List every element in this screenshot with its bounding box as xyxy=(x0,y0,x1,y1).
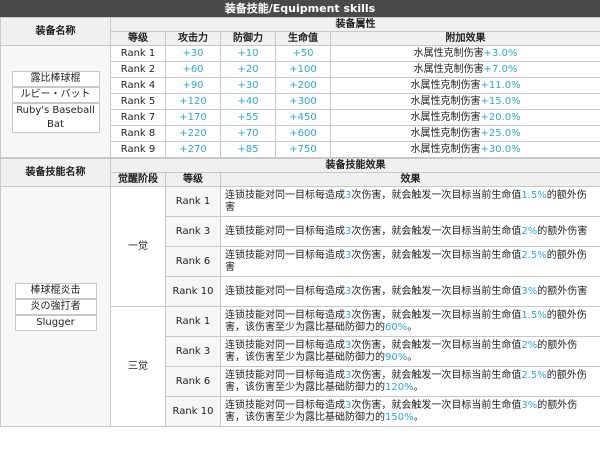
table-row-defense: +30 xyxy=(220,77,276,94)
table-row-defense: +70 xyxy=(220,125,276,142)
effect-text: 水属性克制伤害 xyxy=(410,127,481,139)
effect-value: +30.0% xyxy=(480,143,521,155)
table-row-hp: +200 xyxy=(275,77,331,94)
equipment-name-jp: ルビー・バット xyxy=(11,86,100,103)
effect-value: +11.0% xyxy=(480,79,521,91)
skill-rank: Rank 10 xyxy=(165,276,221,307)
skill-rank: Rank 3 xyxy=(165,336,221,367)
equipment-attributes-table: 装备名称 装备属性 等级 攻击力 防御力 生命值 附加效果 露比棒球棍 ルビー・… xyxy=(0,17,600,158)
table-row-effect: 水属性克制伤害+30.0% xyxy=(329,141,600,158)
skill-rank: Rank 1 xyxy=(165,306,221,337)
skill-name-jp: 炎の強打者 xyxy=(14,298,97,315)
awaken-stage-3: 三觉 xyxy=(110,306,166,427)
table-row-effect: 水属性克制伤害+25.0% xyxy=(329,125,600,142)
col-header-awaken-stage: 觉醒阶段 xyxy=(110,172,166,187)
effect-text: 水属性克制伤害 xyxy=(413,47,484,59)
skill-effect: 连锁技能对同一目标每造成3次伤害，就会触发一次目标当前生命值1.5%的额外伤害 xyxy=(219,186,600,217)
table-row-rank: Rank 9 xyxy=(110,141,166,158)
table-row-hp: +450 xyxy=(275,109,331,126)
effect-value: +7.0% xyxy=(483,63,518,75)
equipment-name-header: 装备名称 xyxy=(0,17,111,46)
effect-text: 水属性克制伤害 xyxy=(410,143,481,155)
effect-value: +15.0% xyxy=(480,95,521,107)
table-row-rank: Rank 2 xyxy=(110,61,166,78)
skill-effect: 连锁技能对同一目标每造成3次伤害，就会触发一次目标当前生命值2.5%的额外伤害 xyxy=(219,246,600,277)
skill-effect: 连锁技能对同一目标每造成3次伤害，就会触发一次目标当前生命值2.5%的额外伤害，… xyxy=(219,366,600,397)
table-row-rank: Rank 8 xyxy=(110,125,166,142)
effect-value: +25.0% xyxy=(480,127,521,139)
page-title: 装备技能/Equipment skills xyxy=(0,0,600,17)
skill-rank: Rank 1 xyxy=(165,186,221,217)
table-row-effect: 水属性克制伤害+15.0% xyxy=(329,93,600,110)
effect-text: 水属性克制伤害 xyxy=(410,95,481,107)
skill-name-cn: 棒球棍炎击 xyxy=(14,282,97,299)
col-header-skill-effect: 效果 xyxy=(219,172,600,187)
equipment-name-cn: 露比棒球棍 xyxy=(11,70,100,87)
table-row-attack: +30 xyxy=(165,45,221,62)
effect-text: 水属性克制伤害 xyxy=(413,63,484,75)
table-row-hp: +100 xyxy=(275,61,331,78)
table-row-rank: Rank 5 xyxy=(110,93,166,110)
equipment-name-cell: 露比棒球棍 ルビー・バット Ruby's Baseball Bat xyxy=(0,45,111,158)
table-row-effect: 水属性克制伤害+11.0% xyxy=(329,77,600,94)
skill-effect: 连锁技能对同一目标每造成3次伤害，就会触发一次目标当前生命值1.5%的额外伤害，… xyxy=(219,306,600,337)
table-row-attack: +220 xyxy=(165,125,221,142)
effect-value: +20.0% xyxy=(480,111,521,123)
col-header-rank: 等级 xyxy=(110,31,166,46)
skill-rank: Rank 6 xyxy=(165,366,221,397)
table-row-effect: 水属性克制伤害+20.0% xyxy=(329,109,600,126)
skill-effect-header: 装备技能效果 xyxy=(109,158,600,173)
skill-effect: 连锁技能对同一目标每造成3次伤害，就会触发一次目标当前生命值3%的额外伤害，该伤… xyxy=(219,396,600,427)
equipment-skills-table: 装备技能名称 装备技能效果 觉醒阶段 等级 效果 棒球棍炎击 炎の強打者 Slu… xyxy=(0,158,600,427)
table-row-defense: +20 xyxy=(220,61,276,78)
col-header-extra-effect: 附加效果 xyxy=(329,31,600,46)
col-header-defense: 防御力 xyxy=(220,31,276,46)
table-row-defense: +55 xyxy=(220,109,276,126)
table-row-defense: +85 xyxy=(220,141,276,158)
skill-effect: 连锁技能对同一目标每造成3次伤害，就会触发一次目标当前生命值3%的额外伤害 xyxy=(219,276,600,307)
effect-value: +3.0% xyxy=(483,47,518,59)
col-header-attack: 攻击力 xyxy=(165,31,221,46)
table-row-hp: +300 xyxy=(275,93,331,110)
skill-rank: Rank 10 xyxy=(165,396,221,427)
table-row-defense: +10 xyxy=(220,45,276,62)
skill-name-header: 装备技能名称 xyxy=(0,158,111,187)
table-row-attack: +120 xyxy=(165,93,221,110)
table-row-rank: Rank 7 xyxy=(110,109,166,126)
col-header-hp: 生命值 xyxy=(275,31,331,46)
table-row-hp: +750 xyxy=(275,141,331,158)
skill-effect: 连锁技能对同一目标每造成3次伤害，就会触发一次目标当前生命值2%的额外伤害 xyxy=(219,216,600,247)
table-row-attack: +270 xyxy=(165,141,221,158)
table-row-defense: +40 xyxy=(220,93,276,110)
table-row-attack: +170 xyxy=(165,109,221,126)
skill-rank: Rank 6 xyxy=(165,246,221,277)
col-header-skill-rank: 等级 xyxy=(165,172,221,187)
awaken-stage-1: 一觉 xyxy=(110,186,166,307)
table-row-rank: Rank 4 xyxy=(110,77,166,94)
table-row-rank: Rank 1 xyxy=(110,45,166,62)
effect-text: 水属性克制伤害 xyxy=(410,79,481,91)
effect-text: 水属性克制伤害 xyxy=(410,111,481,123)
table-row-hp: +600 xyxy=(275,125,331,142)
skill-rank: Rank 3 xyxy=(165,216,221,247)
equipment-attributes-header: 装备属性 xyxy=(109,17,600,32)
table-row-effect: 水属性克制伤害+7.0% xyxy=(329,61,600,78)
skill-name-en: Slugger xyxy=(14,314,97,331)
table-row-effect: 水属性克制伤害+3.0% xyxy=(329,45,600,62)
table-row-attack: +60 xyxy=(165,61,221,78)
skill-name-cell: 棒球棍炎击 炎の強打者 Slugger xyxy=(0,186,111,427)
table-row-attack: +90 xyxy=(165,77,221,94)
skill-effect: 连锁技能对同一目标每造成3次伤害，就会触发一次目标当前生命值2%的额外伤害，该伤… xyxy=(219,336,600,367)
table-row-hp: +50 xyxy=(275,45,331,62)
equipment-name-en: Ruby's Baseball Bat xyxy=(11,102,100,133)
